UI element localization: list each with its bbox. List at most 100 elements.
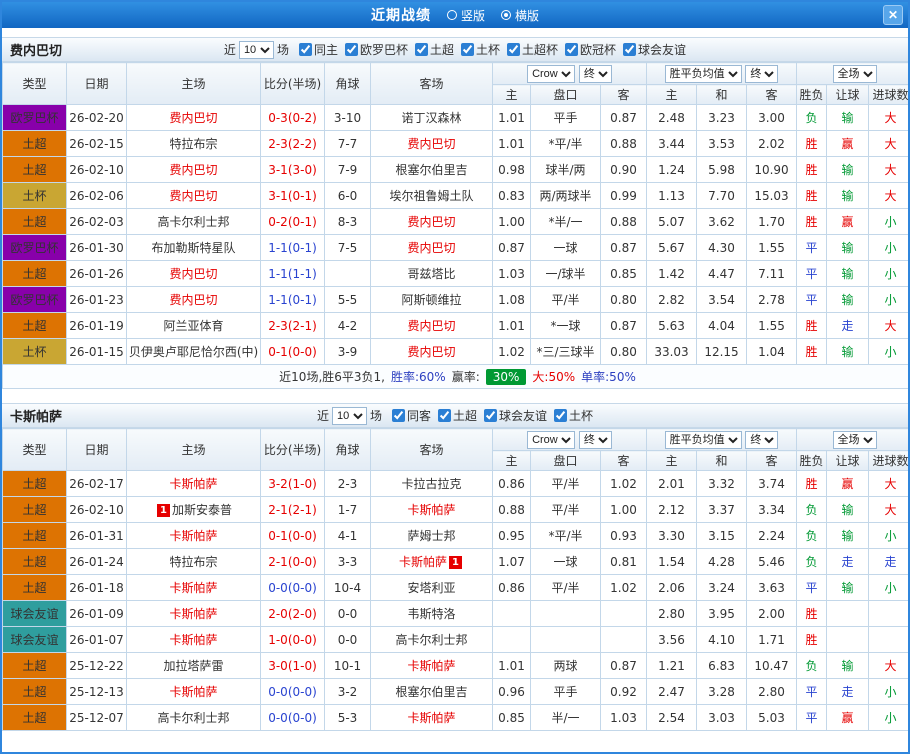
- home-team: 费内巴切: [126, 182, 261, 209]
- avg-away: 3.00: [745, 104, 798, 131]
- match-row: 土超 26-02-17 卡斯帕萨 3-2(1-0) 2-3 卡拉古拉克 0.86 平/半 1.0…: [2, 470, 908, 497]
- checkbox-input[interactable]: [344, 42, 358, 56]
- avg-home: 2.54: [646, 704, 697, 731]
- odds-away: 1.03: [600, 704, 647, 731]
- bookmaker-select[interactable]: Crow: [527, 64, 576, 83]
- filter-checkbox-同主[interactable]: 同主: [298, 41, 338, 58]
- checkbox-input[interactable]: [565, 42, 579, 56]
- away-team: 萨姆士邦: [370, 522, 493, 549]
- avg-select[interactable]: 胜平负均值: [664, 430, 742, 449]
- result-handicap: 输: [826, 652, 870, 679]
- result-outcome: 平: [796, 286, 828, 313]
- handicap: *半/一: [530, 208, 601, 235]
- match-row: 土超 26-02-10 1 加斯安泰普 2-1(2-1) 1-7 卡斯帕萨 0.88 平/半 1.…: [2, 496, 908, 523]
- handicap: 一球: [530, 548, 601, 575]
- team-label: 埃尔祖鲁姆土队: [389, 189, 474, 203]
- scope-select[interactable]: 全场: [832, 430, 877, 449]
- avg-select[interactable]: 胜平负均值: [664, 64, 742, 83]
- corners: 3-2: [324, 678, 371, 705]
- checkbox-input[interactable]: [461, 42, 474, 56]
- sub-outcome: 胜负: [796, 84, 828, 105]
- avg-draw: 3.62: [696, 208, 747, 235]
- checkbox-input[interactable]: [554, 408, 568, 422]
- avg-away: 3.74: [745, 470, 798, 497]
- odds-home: [492, 626, 531, 653]
- scope-select[interactable]: 全场: [832, 64, 877, 83]
- avg-home: 1.42: [646, 260, 697, 287]
- score: 3-2(1-0): [260, 470, 325, 497]
- corners: 4-2: [324, 312, 371, 339]
- handicap: 一球: [530, 234, 601, 261]
- avg-final-select[interactable]: 终: [745, 64, 779, 83]
- filter-checkbox-同客[interactable]: 同客: [391, 407, 431, 424]
- checkbox-input[interactable]: [623, 42, 637, 56]
- team-label: 高卡尔利士邦: [157, 215, 230, 229]
- sub-avg-away: 客: [745, 450, 798, 471]
- filter-checkbox-土超[interactable]: 土超: [414, 41, 454, 58]
- score: 1-1(0-1): [260, 286, 325, 313]
- result-goals: 大: [868, 182, 908, 209]
- sub-handicap: 盘口: [530, 450, 601, 471]
- avg-home: 2.82: [646, 286, 697, 313]
- filter-checkbox-欧冠杯[interactable]: 欧冠杯: [565, 41, 616, 58]
- match-count-select[interactable]: 10: [238, 40, 274, 59]
- odds-away: 1.02: [600, 574, 647, 601]
- team-label: 卡斯帕萨: [169, 477, 218, 491]
- match-row: 球会友谊 26-01-07 卡斯帕萨 1-0(0-0) 0-0 高卡尔利士邦 3.56 4.1…: [2, 626, 908, 653]
- checkbox-input[interactable]: [484, 408, 498, 422]
- handicap: *三/三球半: [530, 338, 601, 365]
- away-team: 卡斯帕萨: [370, 652, 493, 679]
- competition-filters: 同客 土超 球会友谊 土杯: [385, 407, 593, 425]
- bookmaker-select[interactable]: Crow: [527, 430, 576, 449]
- match-row: 土杯 26-01-15 贝伊奥卢耶尼恰尔西(中) 0-1(0-0) 3-9 费内巴切 1.0…: [2, 338, 908, 365]
- handicap: 平/半: [530, 574, 601, 601]
- avg-away: 3.63: [745, 574, 798, 601]
- checkbox-input[interactable]: [438, 408, 451, 422]
- team-label: 卡斯帕萨: [407, 503, 456, 517]
- filter-checkbox-土超杯[interactable]: 土超杯: [507, 41, 558, 58]
- avg-final-select[interactable]: 终: [745, 430, 779, 449]
- filter-checkbox-球会友谊[interactable]: 球会友谊: [484, 407, 547, 424]
- filter-checkbox-土杯[interactable]: 土杯: [461, 41, 500, 58]
- sub-handicap-result: 让球: [826, 450, 870, 471]
- team-label: 布加勒斯特星队: [151, 241, 236, 255]
- odds-away: 0.92: [600, 678, 647, 705]
- checkbox-input[interactable]: [507, 42, 521, 56]
- filter-checkbox-球会友谊[interactable]: 球会友谊: [623, 41, 686, 58]
- close-button[interactable]: ✕: [883, 5, 903, 25]
- match-row: 欧罗巴杯 26-01-30 布加勒斯特星队 1-1(0-1) 7-5 费内巴切 0.87 一球…: [2, 234, 908, 261]
- avg-away: 1.71: [745, 626, 798, 653]
- result-goals: 大: [868, 130, 908, 157]
- odds-final-select[interactable]: 终: [578, 430, 612, 449]
- team-label: 特拉布宗: [169, 137, 218, 151]
- checkbox-input[interactable]: [414, 42, 428, 56]
- layout-vertical-radio[interactable]: 竖版: [446, 7, 485, 24]
- result-handicap: 赢: [826, 208, 870, 235]
- odds-home: 1.00: [492, 208, 531, 235]
- team-label: 根塞尔伯里吉: [395, 685, 468, 699]
- handicap: 平/半: [530, 470, 601, 497]
- section-header-bar: 卡斯帕萨 近 10 场 同客 土超 球会友谊 土杯: [2, 403, 908, 428]
- odds-final-select[interactable]: 终: [578, 64, 612, 83]
- match-count-select[interactable]: 10: [331, 406, 367, 425]
- avg-home: 3.30: [646, 522, 697, 549]
- handicap: 一/球半: [530, 260, 601, 287]
- score: 0-0(0-0): [260, 678, 325, 705]
- layout-horizontal-radio[interactable]: 横版: [501, 7, 539, 24]
- corners: 2-3: [324, 470, 371, 497]
- filter-checkbox-欧罗巴杯[interactable]: 欧罗巴杯: [344, 41, 408, 58]
- score: 3-1(3-0): [260, 156, 325, 183]
- away-team: 卡斯帕萨: [370, 704, 493, 731]
- summary-row: 近10场,胜6平3负1, 胜率:60% 赢率: 30% 大:50% 单率:50%: [2, 364, 908, 389]
- corners: 7-7: [324, 130, 371, 157]
- match-row: 土杯 26-02-06 费内巴切 3-1(0-1) 6-0 埃尔祖鲁姆土队 0.83 两/两球…: [2, 182, 908, 209]
- filter-checkbox-土超[interactable]: 土超: [438, 407, 477, 424]
- col-corners: 角球: [324, 62, 371, 105]
- filter-checkbox-土杯[interactable]: 土杯: [554, 407, 593, 424]
- checkbox-input[interactable]: [298, 42, 312, 56]
- result-outcome: 胜: [796, 312, 828, 339]
- odds-home: 1.01: [492, 652, 531, 679]
- avg-home: 5.63: [646, 312, 697, 339]
- checkbox-input[interactable]: [391, 408, 405, 422]
- avg-draw: 12.15: [696, 338, 747, 365]
